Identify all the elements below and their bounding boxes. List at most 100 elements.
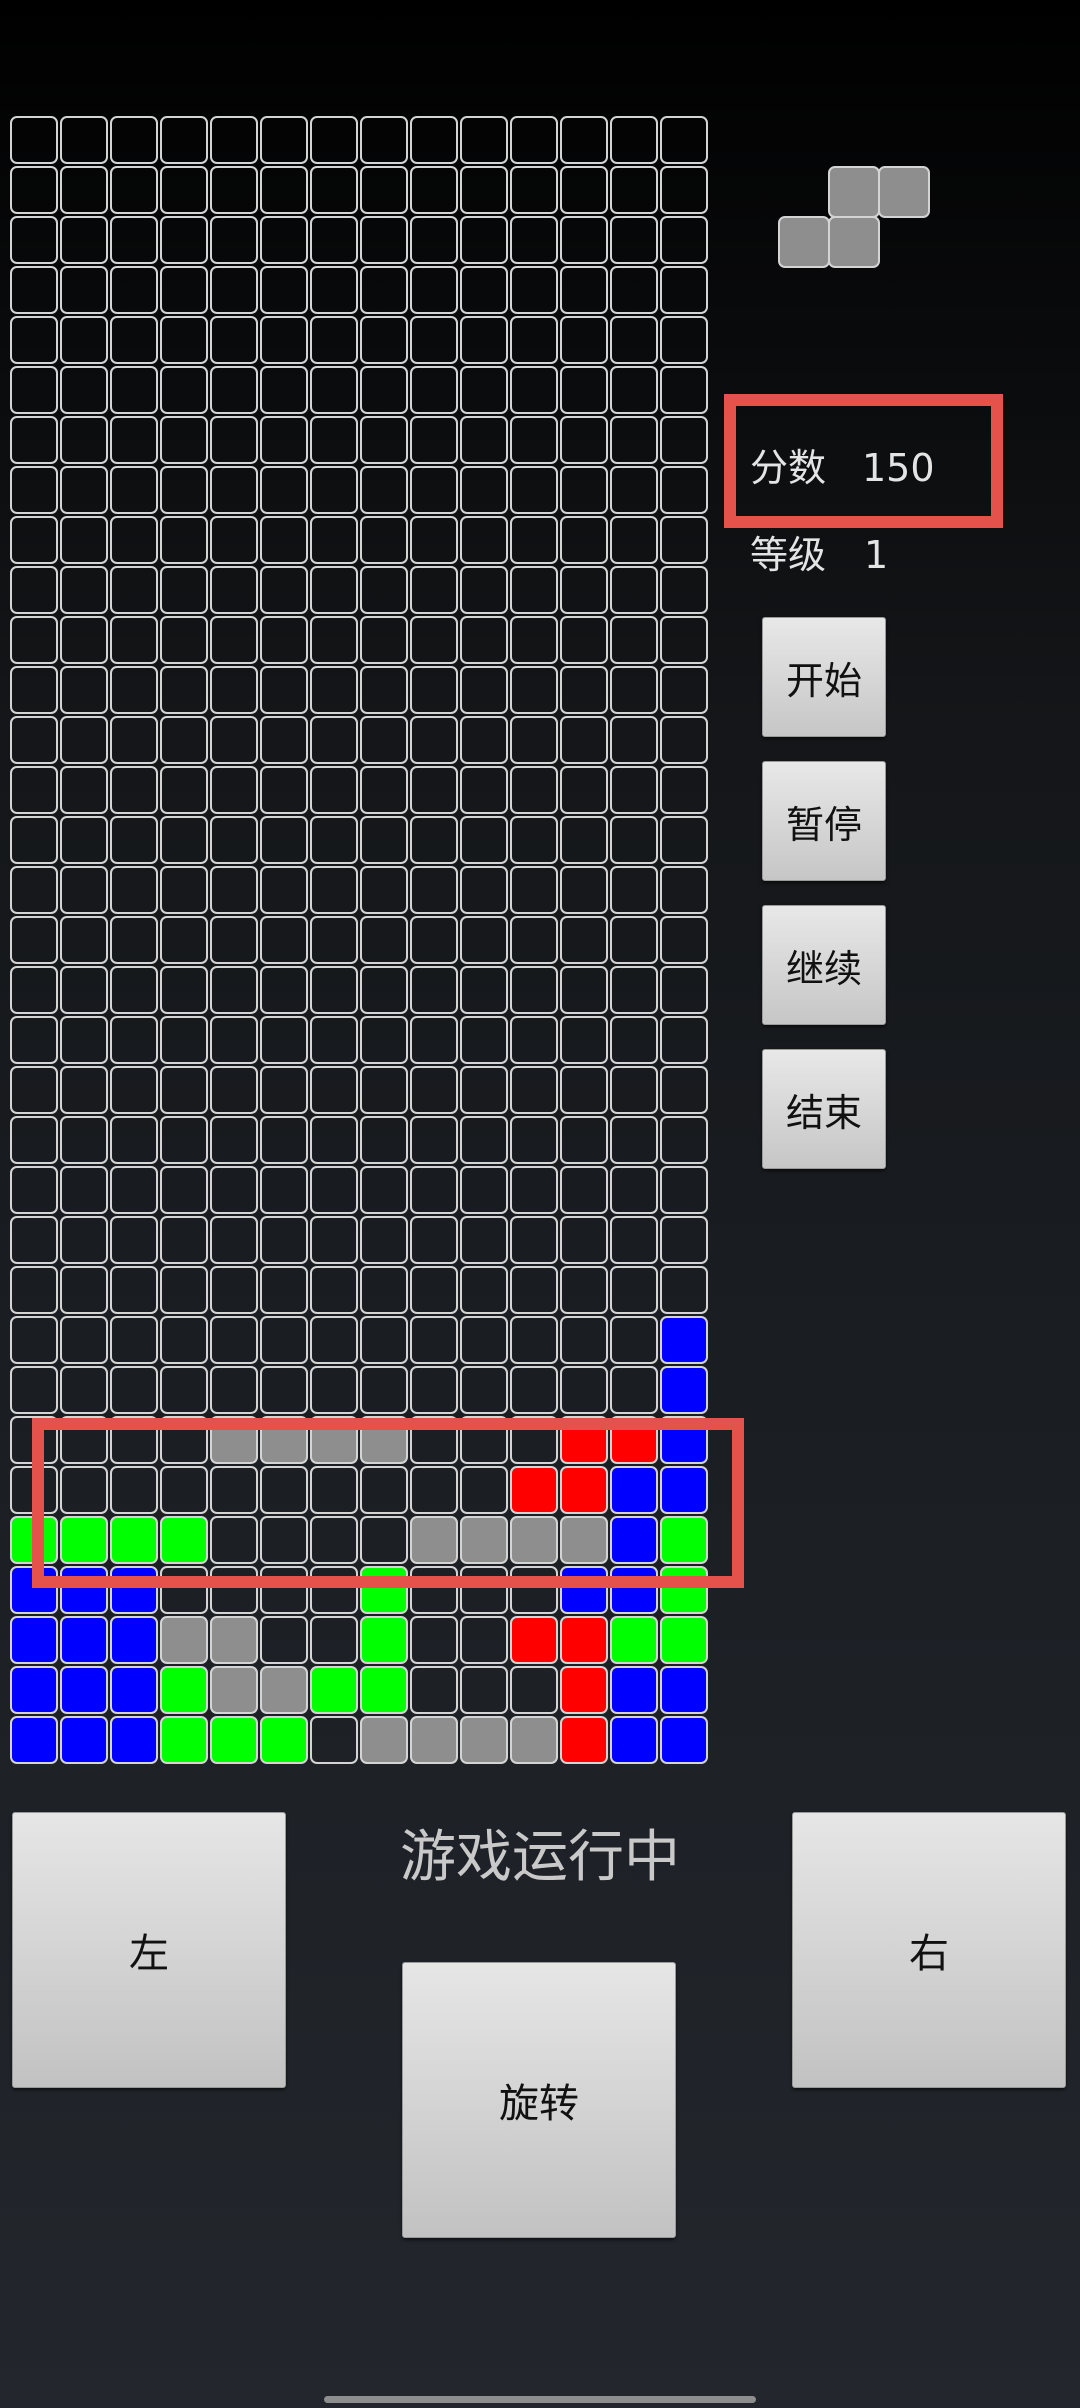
board-cell-empty bbox=[610, 1116, 658, 1164]
level-label: 等级 bbox=[750, 533, 827, 577]
board-cell-empty bbox=[360, 516, 408, 564]
board-cell-empty bbox=[460, 966, 508, 1014]
board-cell-empty bbox=[210, 916, 258, 964]
board-cell-empty bbox=[260, 666, 308, 714]
board-cell-empty bbox=[460, 766, 508, 814]
board-cell-empty bbox=[260, 1166, 308, 1214]
board-cell-empty bbox=[160, 966, 208, 1014]
resume-button[interactable]: 继续 bbox=[762, 905, 886, 1025]
board-cell-empty bbox=[260, 216, 308, 264]
board-cell-empty bbox=[660, 216, 708, 264]
board-cell-empty bbox=[310, 166, 358, 214]
board-cell-empty bbox=[510, 816, 558, 864]
board-cell-empty bbox=[410, 1066, 458, 1114]
board-cell-empty bbox=[510, 1266, 558, 1314]
board-block-blue bbox=[10, 1566, 58, 1614]
rotate-button[interactable]: 旋转 bbox=[402, 1962, 676, 2238]
board-cell-empty bbox=[310, 1266, 358, 1314]
board-cell-empty bbox=[410, 1016, 458, 1064]
board-cell-empty bbox=[610, 466, 658, 514]
board-cell-empty bbox=[410, 766, 458, 814]
end-button[interactable]: 结束 bbox=[762, 1049, 886, 1169]
board-cell-empty bbox=[210, 616, 258, 664]
board-block-blue bbox=[10, 1716, 58, 1764]
board-cell-empty bbox=[510, 766, 558, 814]
board-block-blue bbox=[610, 1566, 658, 1614]
board-cell-empty bbox=[560, 1366, 608, 1414]
board-cell-empty bbox=[360, 1366, 408, 1414]
board-cell-empty bbox=[510, 1116, 558, 1164]
board-cell-empty bbox=[210, 1166, 258, 1214]
board-block-green bbox=[660, 1616, 708, 1664]
move-left-button[interactable]: 左 bbox=[12, 1812, 286, 2088]
board-cell-empty bbox=[360, 766, 408, 814]
board-cell-empty bbox=[410, 366, 458, 414]
board-cell-empty bbox=[510, 266, 558, 314]
board-cell-empty bbox=[510, 316, 558, 364]
preview-block bbox=[828, 216, 880, 268]
board-cell-empty bbox=[310, 266, 358, 314]
board-cell-empty bbox=[610, 1066, 658, 1114]
board-cell-empty bbox=[610, 166, 658, 214]
board-cell-empty bbox=[260, 866, 308, 914]
board-cell-empty bbox=[360, 1516, 408, 1564]
board-cell-empty bbox=[10, 116, 58, 164]
home-indicator[interactable] bbox=[324, 2396, 756, 2403]
board-cell-empty bbox=[460, 116, 508, 164]
board-cell-empty bbox=[60, 866, 108, 914]
board-cell-empty bbox=[110, 866, 158, 914]
board-cell-empty bbox=[610, 116, 658, 164]
board-cell-empty bbox=[10, 316, 58, 364]
board-cell-empty bbox=[360, 966, 408, 1014]
board-block-gray bbox=[160, 1616, 208, 1664]
board-block-blue bbox=[660, 1416, 708, 1464]
board-cell-empty bbox=[110, 1316, 158, 1364]
board-cell-empty bbox=[10, 1016, 58, 1064]
board-block-green bbox=[660, 1566, 708, 1614]
board-cell-empty bbox=[460, 1466, 508, 1514]
board-cell-empty bbox=[560, 316, 608, 364]
board-cell-empty bbox=[410, 316, 458, 364]
board-cell-empty bbox=[260, 1366, 308, 1414]
board-cell-empty bbox=[510, 1566, 558, 1614]
board-block-red bbox=[560, 1616, 608, 1664]
board-cell-empty bbox=[160, 566, 208, 614]
board-cell-empty bbox=[610, 1016, 658, 1064]
board-cell-empty bbox=[410, 266, 458, 314]
game-status-text: 游戏运行中 bbox=[400, 1825, 680, 1890]
board-cell-empty bbox=[360, 1016, 408, 1064]
board-cell-empty bbox=[460, 266, 508, 314]
board-cell-empty bbox=[310, 916, 358, 964]
board-cell-empty bbox=[460, 1316, 508, 1364]
board-block-gray bbox=[560, 1516, 608, 1564]
board-cell-empty bbox=[110, 366, 158, 414]
board-cell-empty bbox=[260, 1616, 308, 1664]
board-block-blue bbox=[660, 1366, 708, 1414]
board-cell-empty bbox=[210, 1216, 258, 1264]
board-cell-empty bbox=[210, 716, 258, 764]
board-block-gray bbox=[510, 1716, 558, 1764]
board-block-gray bbox=[260, 1416, 308, 1464]
board-cell-empty bbox=[310, 1116, 358, 1164]
pause-button[interactable]: 暂停 bbox=[762, 761, 886, 881]
board-cell-empty bbox=[610, 766, 658, 814]
board-cell-empty bbox=[460, 1416, 508, 1464]
board-cell-empty bbox=[210, 866, 258, 914]
board-block-blue bbox=[660, 1666, 708, 1714]
board-cell-empty bbox=[610, 366, 658, 414]
board-cell-empty bbox=[360, 1166, 408, 1214]
start-button[interactable]: 开始 bbox=[762, 617, 886, 737]
board-cell-empty bbox=[110, 966, 158, 1014]
board-cell-empty bbox=[160, 1416, 208, 1464]
board-cell-empty bbox=[560, 966, 608, 1014]
board-block-blue bbox=[60, 1616, 108, 1664]
board-cell-empty bbox=[210, 1516, 258, 1564]
board-cell-empty bbox=[10, 916, 58, 964]
move-right-button[interactable]: 右 bbox=[792, 1812, 1066, 2088]
board-cell-empty bbox=[10, 716, 58, 764]
board-cell-empty bbox=[510, 1316, 558, 1364]
board-cell-empty bbox=[110, 816, 158, 864]
board-cell-empty bbox=[510, 416, 558, 464]
board-cell-empty bbox=[410, 1666, 458, 1714]
board-cell-empty bbox=[410, 1266, 458, 1314]
